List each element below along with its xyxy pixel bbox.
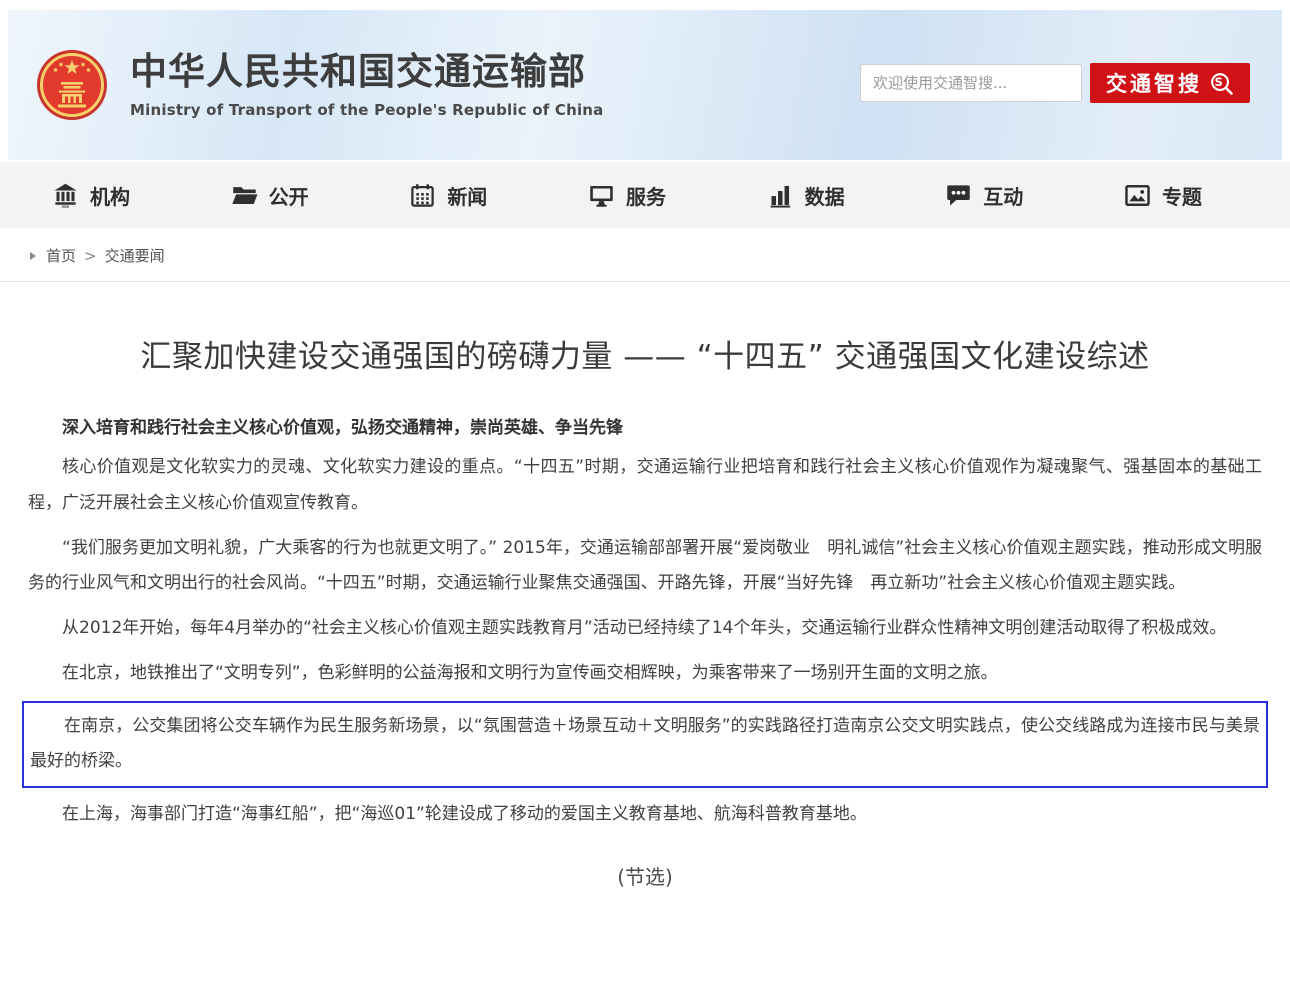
site-subtitle: Ministry of Transport of the People's Re… — [130, 101, 604, 119]
nav-item-jigou[interactable]: 机构 — [52, 181, 130, 210]
main-nav: 机构 公开 新闻 服务 — [0, 162, 1290, 228]
nav-label: 数据 — [805, 181, 845, 210]
search-input[interactable] — [860, 64, 1082, 102]
site-title: 中华人民共和国交通运输部 — [130, 51, 604, 94]
monitor-icon — [588, 182, 615, 209]
excerpt-note: (节选) — [28, 861, 1262, 890]
nav-item-gongkai[interactable]: 公开 — [231, 181, 309, 210]
article-content: 汇聚加快建设交通强国的磅礴力量 —— “十四五” 交通强国文化建设综述 深入培育… — [0, 282, 1290, 890]
nav-item-hudong[interactable]: 互动 — [945, 181, 1023, 210]
article-paragraph-highlighted: 在南京，公交集团将公交车辆作为民生服务新场景，以“氛围营造＋场景互动＋文明服务”… — [30, 709, 1260, 780]
highlighted-paragraph-box: 在南京，公交集团将公交车辆作为民生服务新场景，以“氛围营造＋场景互动＋文明服务”… — [22, 701, 1268, 788]
article-lead-paragraph: 深入培育和践行社会主义核心价值观，弘扬交通精神，崇尚英雄、争当先锋 — [28, 413, 1262, 438]
nav-label: 专题 — [1162, 181, 1202, 210]
magnifier-s-icon: S — [1209, 71, 1234, 96]
smart-search-button[interactable]: 交通智搜 S — [1090, 63, 1250, 103]
article-paragraph: 在上海，海事部门打造“海事红船”，把“海巡01”轮建设成了移动的爱国主义教育基地… — [28, 797, 1262, 833]
search-button-label: 交通智搜 — [1106, 68, 1202, 98]
nav-label: 机构 — [90, 181, 130, 210]
bank-icon — [52, 182, 79, 209]
svg-text:S: S — [1214, 75, 1225, 89]
folder-icon — [231, 182, 258, 209]
nav-item-shuju[interactable]: 数据 — [767, 181, 845, 210]
brand-text: 中华人民共和国交通运输部 Ministry of Transport of th… — [130, 51, 604, 119]
nav-label: 互动 — [983, 181, 1023, 210]
article-title: 汇聚加快建设交通强国的磅礴力量 —— “十四五” 交通强国文化建设综述 — [28, 336, 1262, 379]
article-paragraph: “我们服务更加文明礼貌，广大乘客的行为也就更文明了。” 2015年，交通运输部部… — [28, 531, 1262, 602]
nav-item-zhuanti[interactable]: 专题 — [1124, 181, 1202, 210]
national-emblem-logo[interactable] — [36, 49, 108, 121]
speech-bubble-icon — [945, 182, 972, 209]
search-area: 交通智搜 S — [860, 63, 1250, 103]
nav-label: 服务 — [626, 181, 666, 210]
breadcrumb-arrow-icon — [30, 252, 36, 260]
site-header: 中华人民共和国交通运输部 Ministry of Transport of th… — [8, 10, 1282, 160]
picture-icon — [1124, 182, 1151, 209]
calendar-icon — [409, 182, 436, 209]
breadcrumb-current-link[interactable]: 交通要闻 — [105, 245, 165, 266]
breadcrumb: 首页 > 交通要闻 — [0, 228, 1290, 282]
article-paragraph: 在北京，地铁推出了“文明专列”，色彩鲜明的公益海报和文明行为宣传画交相辉映，为乘… — [28, 656, 1262, 692]
nav-item-xinwen[interactable]: 新闻 — [409, 181, 487, 210]
article-paragraph: 从2012年开始，每年4月举办的“社会主义核心价值观主题实践教育月”活动已经持续… — [28, 611, 1262, 647]
nav-item-fuwu[interactable]: 服务 — [588, 181, 666, 210]
nav-label: 新闻 — [447, 181, 487, 210]
article-paragraph: 核心价值观是文化软实力的灵魂、文化软实力建设的重点。“十四五”时期，交通运输行业… — [28, 450, 1262, 521]
bar-chart-icon — [767, 182, 794, 209]
breadcrumb-home-link[interactable]: 首页 — [46, 245, 76, 266]
breadcrumb-separator: > — [84, 247, 97, 265]
nav-label: 公开 — [269, 181, 309, 210]
